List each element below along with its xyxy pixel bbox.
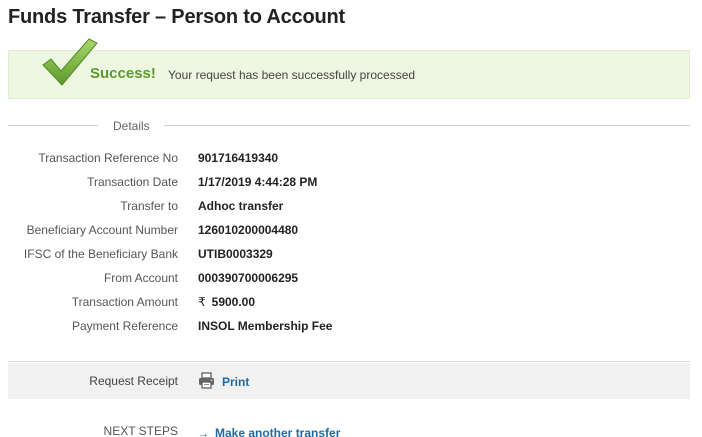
detail-row-transfer-to: Transfer to Adhoc transfer [0, 199, 702, 215]
detail-value: UTIB0003329 [198, 247, 273, 261]
success-message: Your request has been successfully proce… [168, 68, 416, 82]
divider [8, 125, 98, 126]
detail-value: 1/17/2019 4:44:28 PM [198, 175, 318, 189]
amount-value: 5900.00 [211, 295, 256, 309]
detail-value: INSOL Membership Fee [198, 319, 333, 333]
next-steps-label: NEXT STEPS [103, 424, 178, 437]
print-label[interactable]: Print [222, 375, 249, 389]
detail-row-beneficiary-account: Beneficiary Account Number 1260102000044… [0, 223, 702, 239]
detail-row-payment-reference: Payment Reference INSOL Membership Fee [0, 319, 702, 335]
detail-label: Transaction Amount [71, 295, 178, 309]
divider [8, 361, 690, 362]
make-another-transfer-link[interactable]: → Make another transfer [198, 424, 340, 437]
detail-row-ifsc: IFSC of the Beneficiary Bank UTIB0003329 [0, 247, 702, 263]
next-steps: NEXT STEPS → Make another transfer [0, 424, 702, 437]
request-receipt-label: Request Receipt [89, 374, 178, 388]
detail-label: Payment Reference [71, 319, 178, 333]
detail-label: Transaction Date [87, 175, 178, 189]
page-title: Funds Transfer – Person to Account [8, 6, 345, 28]
detail-label: From Account [103, 271, 178, 285]
detail-label: IFSC of the Beneficiary Bank [23, 247, 178, 261]
details-legend: Details [8, 118, 690, 133]
success-title: Success! [90, 65, 156, 82]
detail-value: Adhoc transfer [198, 199, 284, 213]
success-banner: Success! Your request has been successfu… [8, 38, 690, 99]
detail-value: 000390700006295 [198, 271, 299, 285]
printer-icon [199, 372, 214, 389]
detail-row-transaction-amount: Transaction Amount ₹5900.00 [0, 295, 702, 311]
detail-row-from-account: From Account 000390700006295 [0, 271, 702, 287]
receipt-bar: Request Receipt Print [8, 363, 690, 399]
details-legend-label: Details [113, 119, 150, 133]
detail-value-amount: ₹5900.00 [198, 295, 255, 309]
detail-label: Transaction Reference No [38, 151, 178, 165]
arrow-right-icon: → [198, 428, 209, 437]
detail-value: 126010200004480 [198, 223, 299, 237]
detail-label: Beneficiary Account Number [26, 223, 178, 237]
detail-label: Transfer to [120, 199, 178, 213]
detail-row-transaction-reference: Transaction Reference No 901716419340 [0, 151, 702, 167]
detail-value: 901716419340 [198, 151, 279, 165]
rupee-symbol: ₹ [198, 295, 206, 309]
detail-row-transaction-date: Transaction Date 1/17/2019 4:44:28 PM [0, 175, 702, 191]
make-another-transfer-label[interactable]: Make another transfer [215, 426, 340, 437]
divider [164, 125, 690, 126]
